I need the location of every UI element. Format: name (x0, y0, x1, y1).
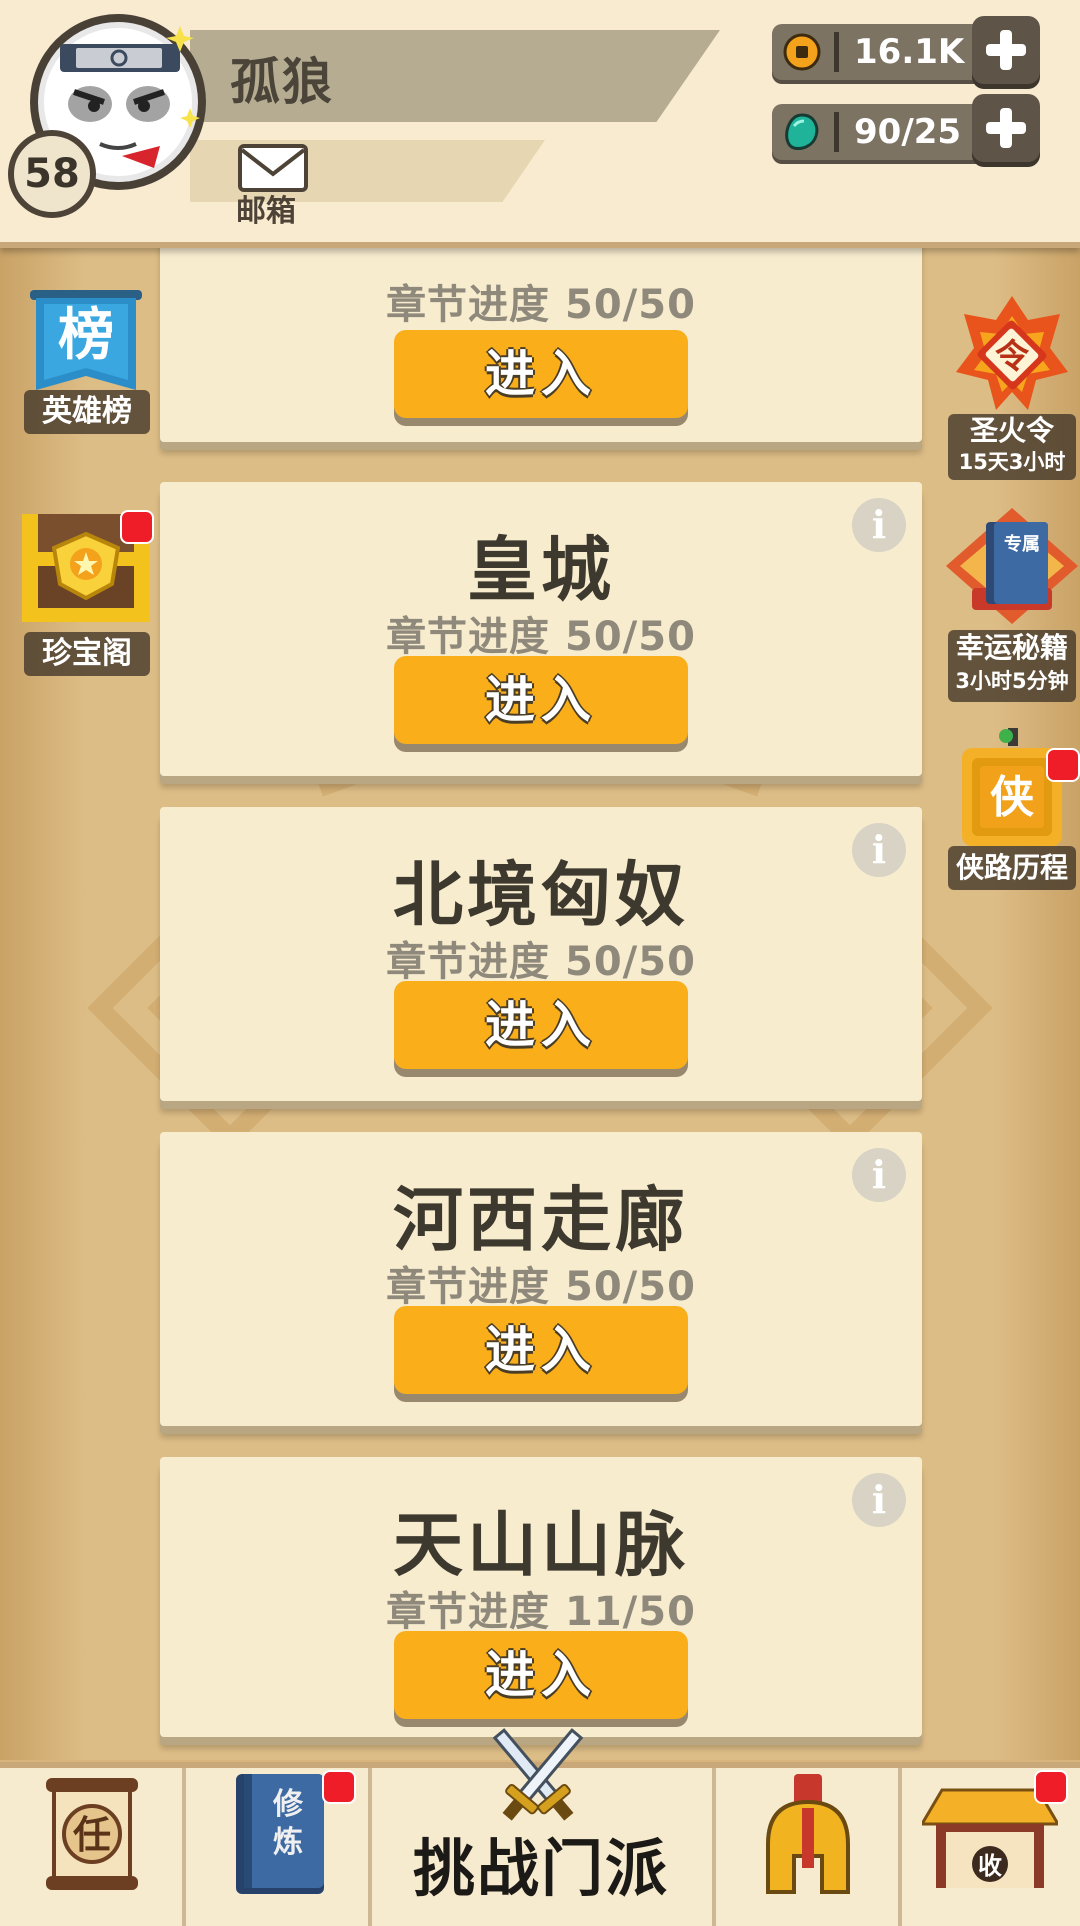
notification-badge (322, 1770, 356, 1804)
stage-title: 北境匈奴 (393, 854, 689, 936)
stage-card: i 皇城 章节进度 50/50 进入 (160, 482, 922, 776)
currency-divider (834, 112, 839, 152)
notification-badge (120, 510, 154, 544)
svg-text:榜: 榜 (58, 303, 114, 368)
enter-button[interactable]: 进入 (394, 330, 688, 418)
flame-token-icon[interactable]: 令 (956, 296, 1068, 414)
task-scroll-icon: 任 (46, 1778, 138, 1890)
green-gem-icon (785, 113, 819, 150)
helmet-icon (766, 1774, 850, 1894)
add-gold-button[interactable] (972, 16, 1040, 84)
stage-card: i 河西走廊 章节进度 50/50 进入 (160, 1132, 922, 1426)
player-level-badge: 58 (8, 130, 96, 218)
gold-value: 16.1K (854, 32, 965, 72)
gem-value: 90/25 (854, 112, 962, 152)
book-tag: 专属 (1004, 533, 1040, 555)
notification-badge (1034, 1770, 1068, 1804)
gold-coin-icon (783, 33, 821, 71)
stage-card: i 天山山脉 章节进度 11/50 进入 (160, 1457, 922, 1737)
svg-text:炼: 炼 (273, 1825, 303, 1860)
currency-divider (834, 32, 839, 72)
right-menu-timer: 3小时5分钟 (955, 669, 1069, 693)
enter-button[interactable]: 进入 (394, 1306, 688, 1394)
mail-label[interactable]: 邮箱 (236, 186, 296, 230)
right-menu-title: 圣火令 (969, 414, 1054, 447)
secret-book-icon[interactable]: 专属 (946, 508, 1078, 634)
stage-progress: 章节进度 50/50 (386, 939, 696, 985)
right-menu-timer: 15天3小时 (958, 450, 1066, 474)
enter-button[interactable]: 进入 (394, 1631, 688, 1719)
task-glyph: 任 (73, 1813, 111, 1857)
stage-progress: 章节进度 50/50 (386, 614, 696, 660)
enter-button[interactable]: 进入 (394, 656, 688, 744)
right-menu-label[interactable]: 幸运秘籍 3小时5分钟 (948, 630, 1076, 702)
stage-card: i 北境匈奴 章节进度 50/50 进入 (160, 807, 922, 1101)
svg-text:修: 修 (272, 1787, 304, 1822)
nav-equipment[interactable] (716, 1768, 898, 1926)
mail-icon[interactable] (238, 144, 308, 192)
player-name: 孤狼 (230, 53, 334, 111)
nav-tasks[interactable]: 任 (0, 1768, 182, 1926)
crossed-swords-icon (492, 1728, 584, 1821)
left-menu-label[interactable]: 英雄榜 (24, 390, 150, 434)
stage-title: 河西走廊 (393, 1179, 689, 1261)
nav-training[interactable]: 修 炼 (186, 1768, 368, 1926)
challenge-sect-label[interactable]: 挑战门派 (366, 1818, 716, 1908)
collect-glyph: 收 (978, 1852, 1002, 1880)
add-gem-button[interactable] (972, 94, 1040, 162)
stage-progress: 章节进度 50/50 (386, 282, 696, 328)
ranking-banner-icon[interactable]: 榜 (30, 290, 142, 400)
top-bar: 孤狼 58 邮箱 16.1K 90/25 (0, 0, 1080, 248)
enter-button[interactable]: 进入 (394, 981, 688, 1069)
hero-road-glyph: 侠 (990, 772, 1035, 823)
hero-road-icon[interactable]: 侠 (962, 728, 1062, 846)
stage-progress: 章节进度 50/50 (386, 1264, 696, 1310)
stage-progress: 章节进度 11/50 (386, 1589, 696, 1635)
notification-badge (1046, 748, 1080, 782)
stage-title: 皇城 (467, 529, 615, 611)
right-menu-label[interactable]: 侠路历程 (948, 846, 1076, 890)
right-menu-title: 幸运秘籍 (955, 631, 1068, 664)
right-menu-label[interactable]: 圣火令 15天3小时 (948, 414, 1076, 480)
stage-title: 天山山脉 (393, 1504, 689, 1586)
svg-text:令: 令 (995, 337, 1030, 377)
left-menu-label[interactable]: 珍宝阁 (24, 632, 150, 676)
training-book-icon: 修 炼 (236, 1774, 324, 1894)
nav-collect[interactable]: 收 (902, 1768, 1080, 1926)
